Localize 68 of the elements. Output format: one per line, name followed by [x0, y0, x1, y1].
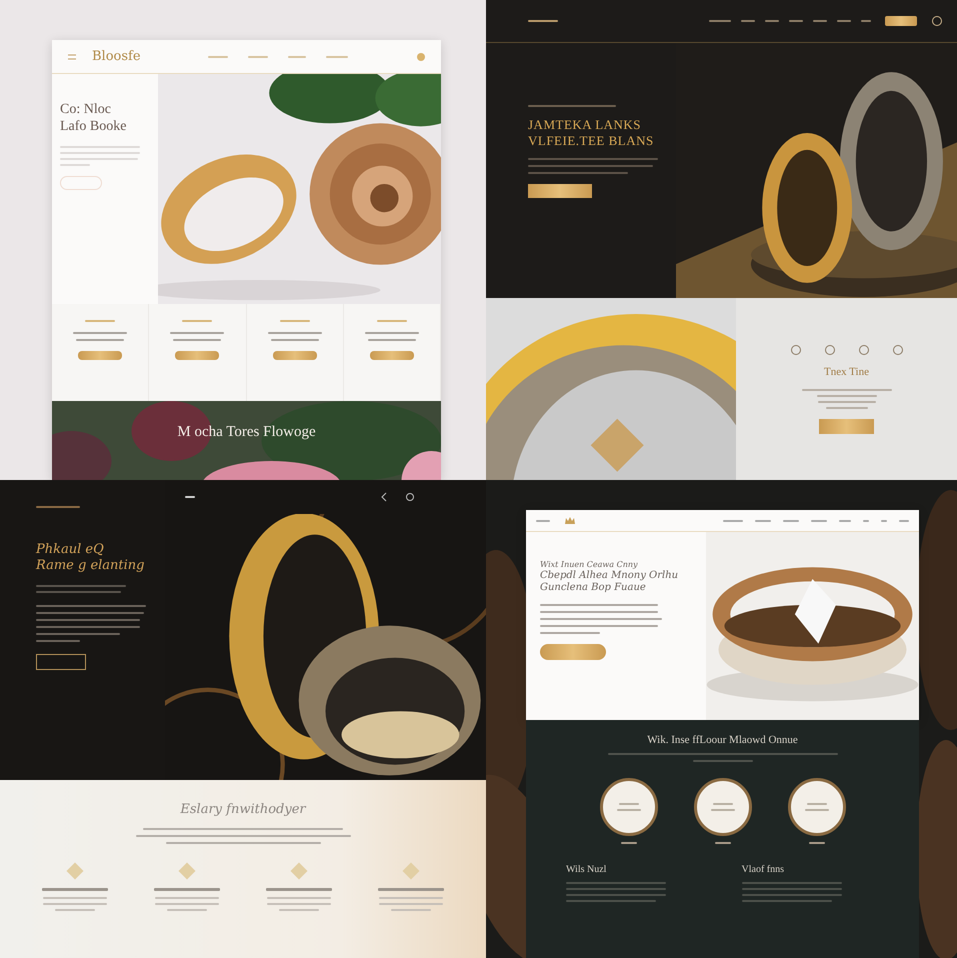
- greeked-text-line: [741, 20, 755, 22]
- greeked-text-line: [154, 888, 220, 891]
- greeked-text-line: [861, 20, 871, 22]
- greeked-text-line: [528, 20, 558, 22]
- card-button[interactable]: [272, 351, 317, 360]
- greeked-text-line: [267, 902, 331, 905]
- greeked-text-line: [837, 20, 851, 22]
- section-button[interactable]: [819, 419, 874, 434]
- greeked-text-line: [379, 896, 443, 899]
- greeked-text-line: [288, 56, 306, 58]
- hero-heading: Lafo Booke: [60, 118, 128, 136]
- greeked-text-line: [55, 908, 95, 911]
- greeked-text-line: [826, 407, 868, 410]
- greeked-text-line: [379, 902, 443, 905]
- greeked-text-line: [813, 20, 827, 22]
- greeked-text-line: [248, 56, 268, 58]
- greeked-text-line: [376, 320, 407, 322]
- emblem-icon[interactable]: [415, 50, 427, 62]
- greeked-text-line: [36, 640, 80, 642]
- greeked-text-line: [36, 506, 80, 508]
- section-title: Tnex Tine: [824, 366, 869, 380]
- hero-button[interactable]: [36, 654, 86, 670]
- greeked-text-line: [789, 20, 803, 22]
- greeked-text-line: [60, 164, 90, 166]
- greeked-text-line: [267, 896, 331, 899]
- greeked-text-line: [173, 339, 222, 341]
- greeked-text-line: [816, 395, 876, 398]
- greeked-text-line: [42, 888, 108, 891]
- greeked-text-line: [76, 339, 124, 341]
- greeked-text-line: [765, 20, 779, 22]
- greeked-text-line: [43, 902, 107, 905]
- card-button[interactable]: [370, 351, 414, 360]
- greeked-text-line: [818, 401, 876, 404]
- greeked-text-line: [378, 888, 444, 891]
- greeked-text-line: [73, 332, 128, 334]
- circle-icon[interactable]: [931, 15, 943, 27]
- hero-heading: VLFEIE.TEE BLANS: [528, 132, 655, 148]
- greeked-text-line: [391, 908, 431, 911]
- greeked-text-line: [266, 888, 332, 891]
- hero-heading: Co: Nloc: [60, 102, 112, 119]
- greeked-text-line: [270, 339, 319, 341]
- greeked-text-line: [182, 320, 212, 322]
- hero-heading: JAMTEKA LANKS: [528, 117, 642, 133]
- greeked-text-line: [268, 332, 322, 334]
- hero-heading: Rame g elanting: [36, 558, 146, 574]
- circle-icon[interactable]: [404, 491, 416, 503]
- greeked-text-line: [368, 339, 416, 341]
- greeked-text-line: [279, 908, 319, 911]
- greeked-text-line: [155, 902, 219, 905]
- greeked-text-line: [85, 320, 116, 322]
- greeked-text-line: [326, 56, 348, 58]
- hero-button[interactable]: [528, 184, 592, 198]
- banner-title: M ocha Tores Flowoge: [177, 423, 316, 441]
- greeked-text-line: [170, 332, 224, 334]
- card-button[interactable]: [78, 351, 122, 360]
- section-title: Eslary fnwithodyer: [180, 802, 306, 818]
- site-logo[interactable]: Bloosfe: [92, 49, 141, 64]
- greeked-text-line: [43, 896, 107, 899]
- greeked-text-line: [709, 20, 731, 22]
- greeked-text-line: [155, 896, 219, 899]
- dash-icon[interactable]: [185, 496, 195, 498]
- nav-button[interactable]: [885, 16, 917, 26]
- greeked-text-line: [167, 908, 207, 911]
- greeked-text-line: [208, 56, 228, 58]
- card-button[interactable]: [175, 351, 220, 360]
- greeked-text-line: [364, 332, 419, 334]
- hero-heading: Phkaul eQ: [36, 542, 105, 558]
- greeked-text-line: [280, 320, 310, 322]
